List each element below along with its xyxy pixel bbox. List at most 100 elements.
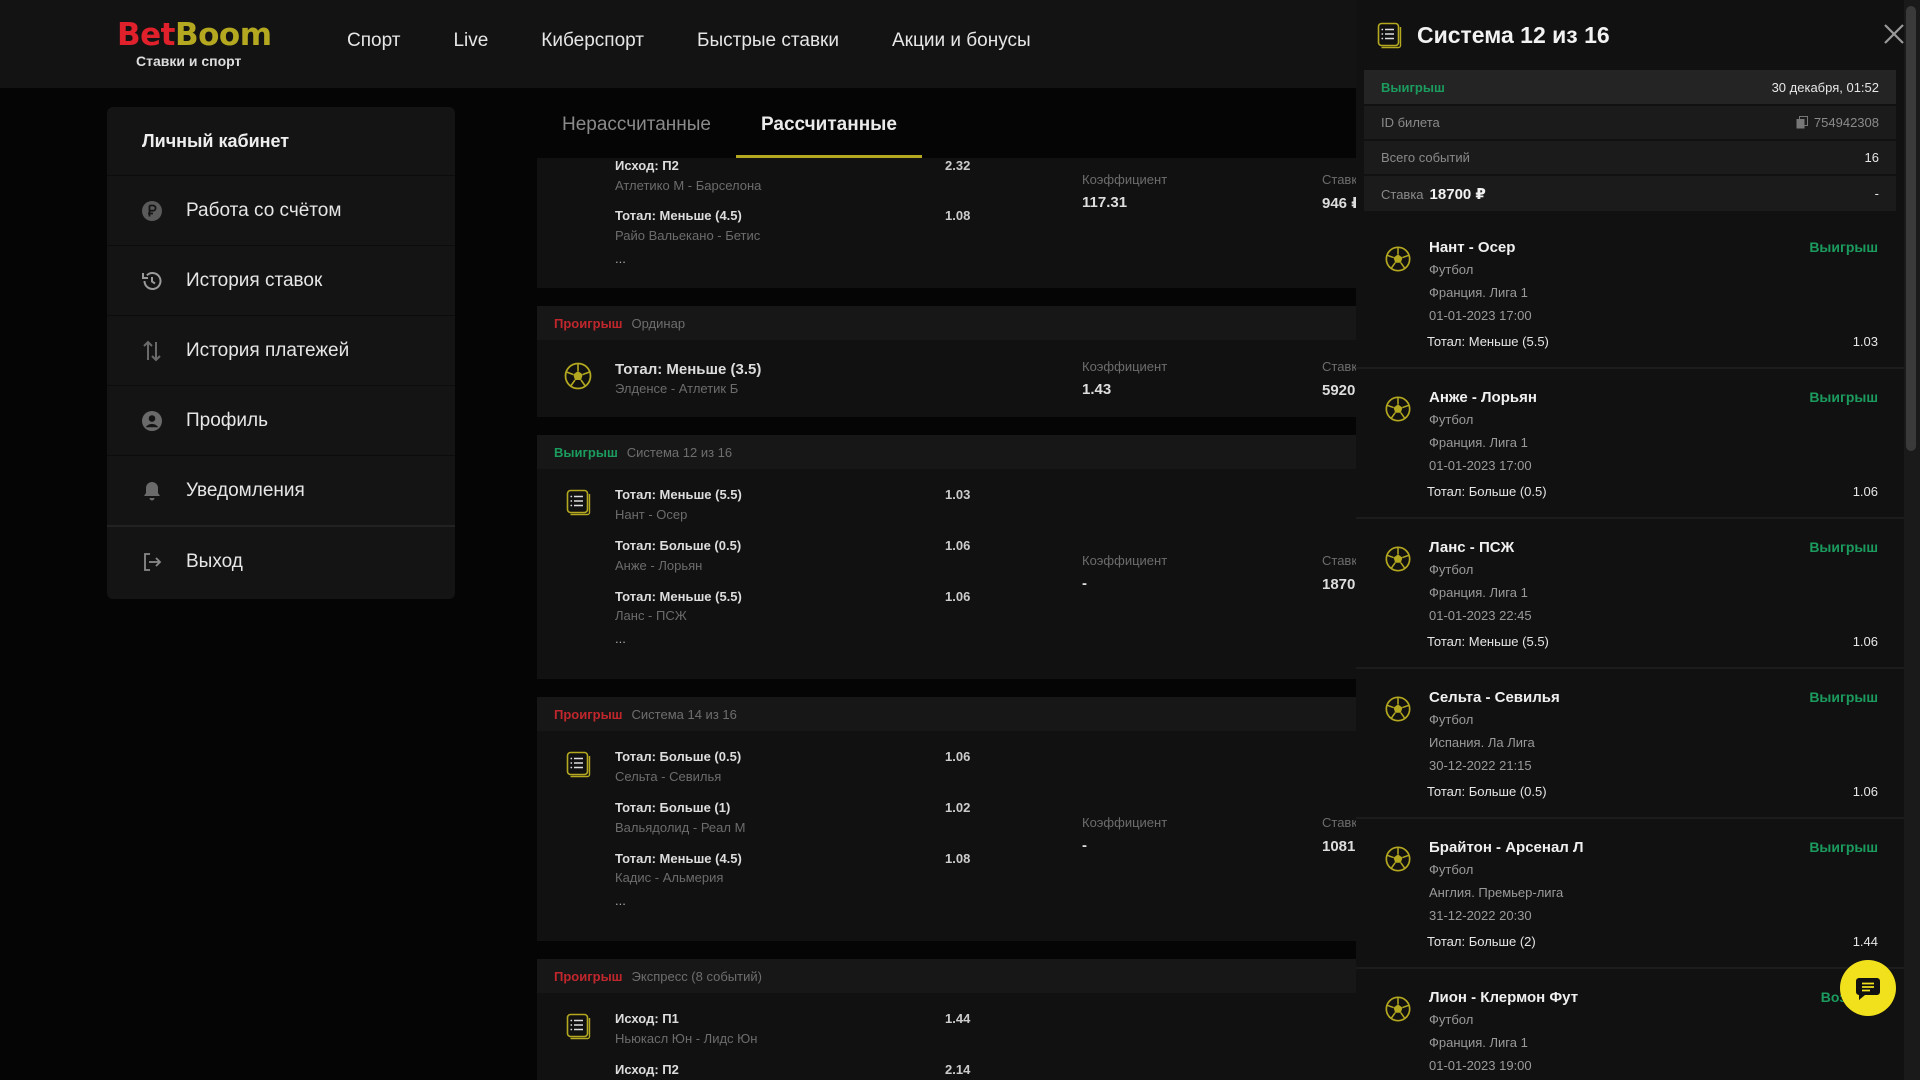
event-date: 01-01-2023 22:45 bbox=[1429, 608, 1532, 623]
bet-status: Проигрыш bbox=[554, 706, 623, 722]
more-events[interactable]: ... bbox=[615, 893, 626, 908]
sidebar-item-profile[interactable]: Профиль bbox=[107, 385, 455, 455]
drawer-scrollbar-thumb[interactable] bbox=[1906, 6, 1916, 451]
ticket-event[interactable]: Анже - Лорьян Выигрыш Футбол Франция. Ли… bbox=[1356, 369, 1904, 519]
tab-unsettled[interactable]: Нерассчитанные bbox=[537, 106, 736, 158]
ticket-event[interactable]: Лион - Клермон Фут Возврат Футбол Франци… bbox=[1356, 969, 1904, 1080]
ticket-event[interactable]: Ланс - ПСЖ Выигрыш Футбол Франция. Лига … bbox=[1356, 519, 1904, 669]
stake-amount: 18700 ₽ bbox=[1429, 185, 1486, 203]
event-date: 01-01-2023 17:00 bbox=[1429, 458, 1532, 473]
stake-value: 18700 ₽ bbox=[1322, 576, 1357, 593]
event-date: 31-12-2022 20:30 bbox=[1429, 908, 1532, 923]
tab-settled[interactable]: Рассчитанные bbox=[736, 106, 922, 158]
sidebar-item-payment-history[interactable]: История платежей bbox=[107, 315, 455, 385]
bet-card[interactable]: Выигрыш Система 12 из 16 Тотал: Меньше (… bbox=[537, 435, 1357, 679]
football-icon bbox=[1385, 396, 1411, 422]
event-odd: 1.08 bbox=[945, 851, 971, 866]
event-match: Вальядолид - Реал М bbox=[615, 820, 746, 835]
bet-card[interactable]: Проигрыш Ординар Тотал: Меньше (3.5) Элд… bbox=[537, 306, 1357, 417]
events-count-row: Всего событий 16 bbox=[1364, 141, 1896, 176]
ticket-id: 754942308 bbox=[1813, 115, 1879, 130]
event-match: Кадис - Альмерия bbox=[615, 870, 724, 885]
event-odd: 1.06 bbox=[1852, 634, 1878, 649]
history-icon bbox=[140, 269, 164, 293]
logo-bet: Bet bbox=[117, 17, 175, 53]
sidebar-title: Личный кабинет bbox=[142, 131, 290, 151]
sidebar-item-bet-history[interactable]: История ставок bbox=[107, 245, 455, 315]
nav-sport[interactable]: Спорт bbox=[347, 30, 400, 52]
stake-label: Ставка bbox=[1381, 186, 1424, 202]
bet-type: Ординар bbox=[631, 315, 686, 331]
event-name: Нант - Осер bbox=[1429, 239, 1516, 256]
event-name: Анже - Лорьян bbox=[1429, 389, 1537, 406]
coef-value: - bbox=[1082, 837, 1087, 854]
nav-promos[interactable]: Акции и бонусы bbox=[892, 30, 1031, 52]
support-chat-button[interactable] bbox=[1840, 960, 1896, 1016]
sidebar-item-logout[interactable]: Выход bbox=[107, 525, 455, 596]
event-result: Выигрыш bbox=[1809, 839, 1878, 855]
bet-card[interactable]: Исход: П2 Атлетико М - Барселона 2.32 То… bbox=[537, 158, 1357, 288]
event-match: Атлетико М - Барселона bbox=[615, 178, 762, 193]
drawer-title: Система 12 из 16 bbox=[1417, 21, 1610, 48]
bet-status: Выигрыш bbox=[554, 444, 618, 460]
event-league: Испания. Ла Лига bbox=[1429, 735, 1535, 750]
sidebar-item-account[interactable]: Работа со счётом bbox=[107, 175, 455, 245]
ticket-status-row: Выигрыш 30 декабря, 01:52 bbox=[1364, 70, 1896, 106]
bet-card[interactable]: Проигрыш Система 14 из 16 Тотал: Больше … bbox=[537, 697, 1357, 941]
football-icon bbox=[1385, 246, 1411, 272]
football-icon bbox=[1385, 696, 1411, 722]
ticket-datetime: 30 декабря, 01:52 bbox=[1771, 79, 1879, 95]
stake-label: Ставка bbox=[1322, 172, 1357, 187]
betboom-logo[interactable]: BetBoom Ставки и спорт bbox=[117, 17, 272, 69]
account-sidebar: Личный кабинет Работа со счётом История … bbox=[107, 107, 455, 599]
football-icon bbox=[1385, 996, 1411, 1022]
event-result: Выигрыш bbox=[1809, 239, 1878, 255]
ticket-id-label: ID билета bbox=[1381, 115, 1440, 130]
bet-type: Экспресс (8 событий) bbox=[631, 968, 762, 984]
ticket-details-drawer: Система 12 из 16 Выигрыш 30 декабря, 01:… bbox=[1356, 0, 1904, 1080]
event-match: Райо Вальекано - Бетис bbox=[615, 228, 761, 243]
sidebar-item-notifications[interactable]: Уведомления bbox=[107, 455, 455, 525]
event-market: Тотал: Больше (0.5) bbox=[615, 538, 742, 553]
bet-card[interactable]: Проигрыш Экспресс (8 событий) Исход: П1 … bbox=[537, 959, 1357, 1080]
event-sport: Футбол bbox=[1429, 262, 1474, 277]
stake-label: Ставка bbox=[1322, 553, 1357, 568]
nav-fast-bets[interactable]: Быстрые ставки bbox=[697, 30, 839, 52]
event-league: Франция. Лига 1 bbox=[1429, 585, 1528, 600]
event-market: Тотал: Меньше (4.5) bbox=[615, 208, 742, 223]
event-result: Выигрыш bbox=[1809, 539, 1878, 555]
event-match: Ланс - ПСЖ bbox=[615, 608, 687, 623]
bell-icon bbox=[140, 479, 164, 503]
chat-bubble-icon bbox=[1856, 978, 1880, 1000]
event-market: Тотал: Меньше (5.5) bbox=[615, 487, 742, 502]
event-market: Тотал: Меньше (4.5) bbox=[615, 851, 742, 866]
event-sport: Футбол bbox=[1429, 562, 1474, 577]
event-odd: 1.44 bbox=[945, 1011, 971, 1026]
event-market: Тотал: Больше (1) bbox=[615, 800, 731, 815]
nav-esports[interactable]: Киберспорт bbox=[541, 30, 644, 52]
event-sport: Футбол bbox=[1429, 1012, 1474, 1027]
ticket-event[interactable]: Сельта - Севилья Выигрыш Футбол Испания.… bbox=[1356, 669, 1904, 819]
copy-icon[interactable] bbox=[1796, 116, 1808, 129]
event-odd: 1.06 bbox=[945, 538, 971, 553]
event-odd: 1.44 bbox=[1852, 934, 1878, 949]
sidebar-item-label: Профиль bbox=[186, 409, 269, 431]
coef-value: 1.43 bbox=[1082, 381, 1112, 398]
event-odd: 1.06 bbox=[1852, 784, 1878, 799]
ticket-list-icon bbox=[566, 489, 591, 516]
more-events[interactable]: ... bbox=[615, 251, 626, 266]
nav-live[interactable]: Live bbox=[453, 30, 488, 52]
event-league: Англия. Премьер-лига bbox=[1429, 885, 1564, 900]
ticket-event[interactable]: Нант - Осер Выигрыш Футбол Франция. Лига… bbox=[1356, 219, 1904, 369]
coef-value: 117.31 bbox=[1082, 194, 1128, 211]
ticket-summary: Выигрыш 30 декабря, 01:52 ID билета 7549… bbox=[1364, 70, 1896, 211]
bet-status: Проигрыш bbox=[554, 968, 623, 984]
ticket-id-row: ID билета 754942308 bbox=[1364, 106, 1896, 141]
bet-card-header: Проигрыш Ординар bbox=[537, 306, 1357, 340]
close-icon[interactable] bbox=[1883, 23, 1904, 45]
event-market: Тотал: Больше (2) bbox=[1427, 934, 1536, 949]
more-events[interactable]: ... bbox=[615, 631, 626, 646]
ticket-event[interactable]: Брайтон - Арсенал Л Выигрыш Футбол Англи… bbox=[1356, 819, 1904, 969]
payout-value: - bbox=[1874, 186, 1879, 201]
stake-row: Ставка 18700 ₽ - bbox=[1364, 176, 1896, 211]
